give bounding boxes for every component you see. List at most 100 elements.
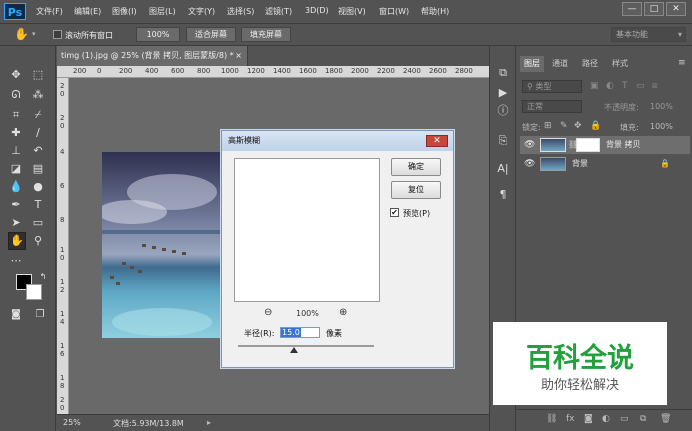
filter-smart-icon[interactable]: ⧈ (652, 81, 658, 91)
visibility-eye-icon[interactable]: 👁 (524, 136, 535, 154)
character-panel-icon[interactable]: A| (496, 162, 510, 176)
path-selection-icon[interactable]: ➤ (9, 216, 23, 230)
ok-button[interactable]: 确定 (391, 158, 441, 176)
scroll-all-windows-checkbox[interactable] (53, 30, 62, 39)
lock-all-icon[interactable]: 🔒 (590, 121, 601, 131)
zoom-100-button[interactable]: 100% (136, 27, 180, 42)
menu-edit[interactable]: 编辑(E) (74, 6, 101, 17)
quick-mask-icon[interactable]: ◙ (9, 308, 23, 322)
preview-checkbox[interactable]: ✔ (390, 208, 399, 217)
menu-window[interactable]: 窗口(W) (379, 6, 409, 17)
opacity-value[interactable]: 100% (650, 102, 673, 111)
new-layer-icon[interactable]: ⧉ (640, 414, 646, 424)
swap-colors-icon[interactable]: ↰ (36, 270, 50, 284)
radius-slider-thumb[interactable] (290, 347, 298, 353)
zoom-out-icon[interactable]: ⊖ (264, 307, 272, 318)
panel-menu-icon[interactable]: ≡ (678, 58, 686, 68)
gradient-tool-icon[interactable]: ▤ (31, 162, 45, 176)
menu-filter[interactable]: 滤镜(T) (265, 6, 292, 17)
close-window-button[interactable]: ✕ (666, 2, 686, 16)
eyedropper-icon[interactable]: ⌿ (31, 108, 45, 122)
menu-type[interactable]: 文字(Y) (188, 6, 215, 17)
new-group-icon[interactable]: ▭ (620, 414, 629, 424)
blur-tool-icon[interactable]: 💧 (9, 180, 23, 194)
layer-mask-thumbnail[interactable] (576, 138, 600, 152)
history-brush-icon[interactable]: ↶ (31, 144, 45, 158)
background-color-swatch[interactable] (26, 284, 42, 300)
ruler-v-label: 1 (60, 374, 65, 382)
type-tool-icon[interactable]: T (31, 198, 45, 212)
tab-channels[interactable]: 通道 (548, 56, 572, 72)
menu-3d[interactable]: 3D(D) (305, 6, 329, 15)
filter-adjust-icon[interactable]: ◐ (606, 81, 614, 91)
delete-layer-icon[interactable]: 🗑 (660, 414, 671, 424)
layers-footer: ⛓ fx ◙ ◐ ▭ ⧉ 🗑 (516, 409, 692, 431)
zoom-in-icon[interactable]: ⊕ (339, 307, 347, 318)
kind-filter-select[interactable]: ⚲ 类型 (522, 80, 582, 93)
more-tools-icon[interactable]: ⋯ (9, 254, 23, 268)
lock-transparent-icon[interactable]: ⊞ (544, 121, 552, 131)
radius-input[interactable]: 15.0 (280, 327, 320, 338)
filter-shape-icon[interactable]: ▭ (636, 81, 645, 91)
minimize-button[interactable]: — (622, 2, 642, 16)
link-layers-icon[interactable]: ⛓ (546, 414, 557, 424)
menu-view[interactable]: 视图(V) (338, 6, 366, 17)
fill-value[interactable]: 100% (650, 122, 673, 131)
menu-layer[interactable]: 图层(L) (149, 6, 176, 17)
visibility-eye-icon[interactable]: 👁 (524, 155, 535, 173)
info-panel-icon[interactable]: ⓘ (496, 104, 510, 118)
radius-slider-track[interactable] (238, 345, 374, 347)
reset-button[interactable]: 复位 (391, 181, 441, 199)
menu-select[interactable]: 选择(S) (227, 6, 254, 17)
restore-button[interactable]: □ (644, 2, 664, 16)
shape-tool-icon[interactable]: ▭ (31, 216, 45, 230)
status-arrow-icon[interactable]: ▸ (207, 418, 211, 427)
status-zoom[interactable]: 25% (63, 418, 81, 427)
filter-type-icon[interactable]: T (622, 81, 628, 91)
actions-play-icon[interactable]: ▶ (496, 86, 510, 100)
zoom-tool-icon[interactable]: ⚲ (31, 234, 45, 248)
document-close-icon[interactable]: × (235, 46, 242, 66)
adjustment-layer-icon[interactable]: ◐ (602, 414, 610, 424)
layer-thumbnail (540, 157, 566, 171)
layer-row-background[interactable]: 👁 背景 🔒 (520, 155, 690, 173)
layer-row-bg-copy[interactable]: 👁 ⛓ 背景 拷贝 (520, 136, 690, 154)
dialog-close-icon[interactable]: ✕ (426, 135, 448, 147)
menu-image[interactable]: 图像(I) (112, 6, 137, 17)
tab-layers[interactable]: 图层 (520, 56, 544, 72)
screen-mode-icon[interactable]: ❐ (33, 308, 47, 322)
workspace-select[interactable]: 基本功能 ▾ (611, 27, 686, 42)
clone-stamp-icon[interactable]: ⊥ (9, 144, 23, 158)
tab-styles[interactable]: 样式 (608, 56, 632, 72)
history-panel-icon[interactable]: ⧉ (496, 66, 510, 80)
lock-position-icon[interactable]: ✥ (574, 121, 582, 131)
fit-screen-button[interactable]: 适合屏幕 (186, 27, 236, 42)
dodge-tool-icon[interactable]: ● (31, 180, 45, 194)
tab-paths[interactable]: 路径 (578, 56, 602, 72)
lock-pixels-icon[interactable]: ✎ (560, 121, 568, 131)
clone-source-icon[interactable]: ⎘ (496, 134, 510, 148)
blend-mode-select[interactable]: 正常 (522, 100, 582, 113)
fill-screen-button[interactable]: 填充屏幕 (241, 27, 291, 42)
eraser-tool-icon[interactable]: ◪ (9, 162, 23, 176)
move-tool-icon[interactable]: ✥ (9, 68, 23, 82)
hand-tool-icon[interactable]: ✋ (8, 232, 26, 250)
healing-brush-icon[interactable]: ✚ (9, 126, 23, 140)
document-image[interactable] (102, 152, 221, 338)
pen-tool-icon[interactable]: ✒ (9, 198, 23, 212)
paragraph-panel-icon[interactable]: ¶ (496, 188, 510, 202)
hand-tool-icon[interactable]: ✋ (14, 27, 29, 41)
lasso-tool-icon[interactable]: ᘏ (9, 88, 23, 102)
brush-tool-icon[interactable]: ∕ (31, 126, 45, 140)
filter-preview[interactable] (234, 158, 380, 302)
marquee-tool-icon[interactable]: ⬚ (31, 68, 45, 82)
menu-file[interactable]: 文件(F) (36, 6, 63, 17)
document-tab[interactable]: timg (1).jpg @ 25% (背景 拷贝, 图层蒙版/8) * × (57, 46, 248, 66)
filter-pixel-icon[interactable]: ▣ (590, 81, 599, 91)
fx-icon[interactable]: fx (566, 414, 575, 424)
menu-help[interactable]: 帮助(H) (421, 6, 449, 17)
add-mask-icon[interactable]: ◙ (584, 414, 593, 424)
magic-wand-icon[interactable]: ⁂ (31, 88, 45, 102)
chevron-down-icon[interactable]: ▾ (32, 30, 36, 38)
crop-tool-icon[interactable]: ⌗ (9, 108, 23, 122)
